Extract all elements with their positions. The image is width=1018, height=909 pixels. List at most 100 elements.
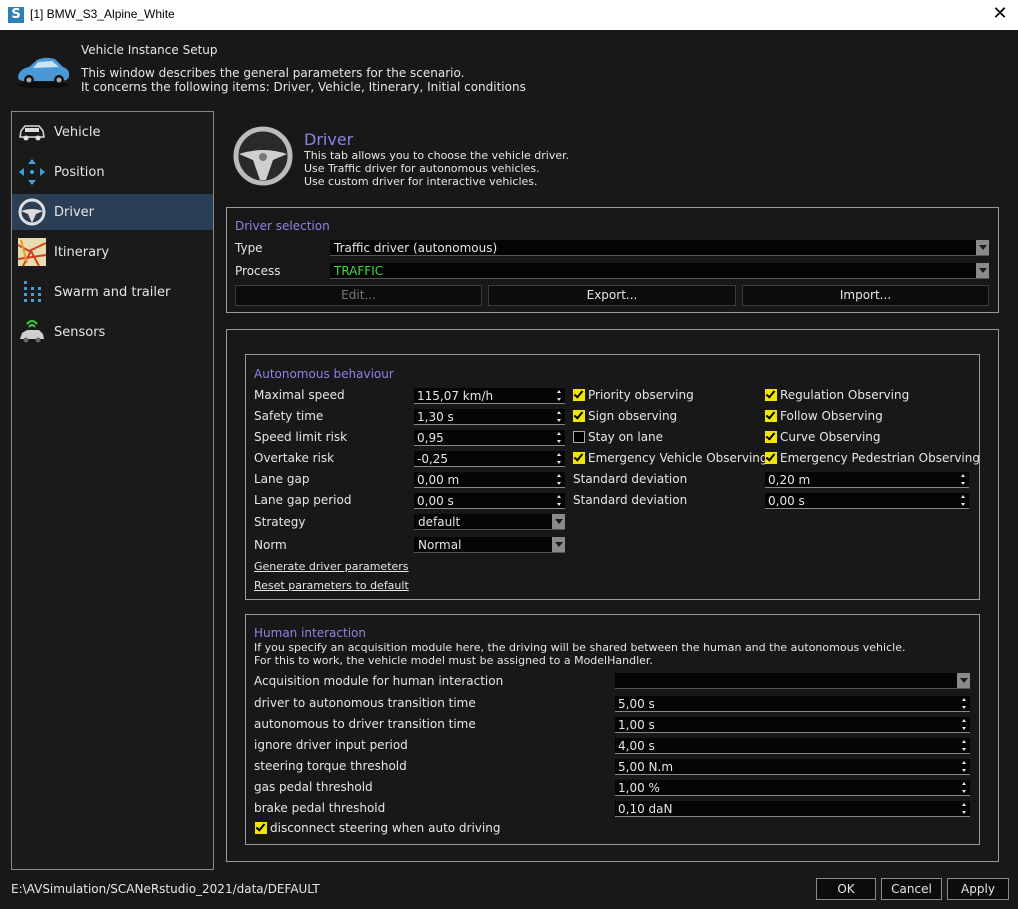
- field-value: default: [418, 515, 461, 529]
- sensors-icon: [20, 320, 44, 343]
- header: Vehicle Instance Setup This window descr…: [0, 30, 1018, 105]
- chevron-down-icon[interactable]: [552, 514, 565, 529]
- emergency-vehicle-label: Emergency Vehicle Observing: [588, 451, 768, 465]
- chevron-down-icon[interactable]: [552, 537, 565, 552]
- transition-d2a-input[interactable]: 5,00 s: [615, 696, 970, 712]
- spin-arrows-icon[interactable]: [961, 760, 968, 773]
- emergency-pedestrian-checkbox[interactable]: [765, 452, 777, 464]
- emergency-vehicle-checkbox[interactable]: [573, 452, 585, 464]
- window-title: [1] BMW_S3_Alpine_White: [30, 7, 175, 21]
- sidebar-item-driver[interactable]: Driver: [12, 194, 213, 230]
- spin-arrows-icon[interactable]: [556, 473, 563, 486]
- apply-button[interactable]: Apply: [947, 878, 1009, 900]
- field-value: TRAFFIC: [334, 264, 384, 278]
- spin-arrows-icon[interactable]: [961, 718, 968, 731]
- regulation-observing-checkbox[interactable]: [765, 389, 777, 401]
- norm-select[interactable]: Normal: [414, 537, 565, 553]
- reset-parameters-link[interactable]: Reset parameters to default: [254, 579, 409, 592]
- field-value: 115,07 km/h: [417, 389, 494, 403]
- std-deviation-input-2[interactable]: 0,00 s: [765, 493, 969, 509]
- priority-observing-checkbox[interactable]: [573, 389, 585, 401]
- vehicle-icon: [19, 125, 45, 141]
- ok-button[interactable]: OK: [816, 878, 876, 900]
- close-icon[interactable]: ✕: [990, 4, 1010, 24]
- steering-torque-input[interactable]: 5,00 N.m: [615, 759, 970, 775]
- follow-observing-checkbox[interactable]: [765, 410, 777, 422]
- autonomous-behaviour-group: Autonomous behaviour Maximal speed 115,0…: [245, 354, 980, 600]
- ignore-input-input[interactable]: 4,00 s: [615, 738, 970, 754]
- type-select[interactable]: Traffic driver (autonomous): [330, 240, 989, 256]
- title-bar: S [1] BMW_S3_Alpine_White ✕: [0, 0, 1018, 30]
- acquisition-module-select[interactable]: [615, 673, 970, 689]
- spin-arrows-icon[interactable]: [556, 410, 563, 423]
- speed-limit-risk-input[interactable]: 0,95: [414, 430, 565, 446]
- human-interaction-title: Human interaction: [254, 626, 366, 640]
- sidebar: Vehicle Position Driver Itinerary Swarm …: [11, 111, 214, 870]
- lane-gap-period-input[interactable]: 0,00 s: [414, 493, 565, 509]
- steering-torque-label: steering torque threshold: [254, 759, 407, 773]
- generate-parameters-link[interactable]: Generate driver parameters: [254, 560, 409, 573]
- field-value: 5,00 N.m: [618, 760, 674, 774]
- sidebar-item-label: Sensors: [54, 325, 106, 340]
- brake-pedal-input[interactable]: 0,10 daN: [615, 801, 970, 817]
- follow-observing-label: Follow Observing: [780, 409, 883, 423]
- header-title: Vehicle Instance Setup: [81, 43, 218, 57]
- field-value: Traffic driver (autonomous): [334, 241, 498, 255]
- spin-arrows-icon[interactable]: [961, 781, 968, 794]
- max-speed-input[interactable]: 115,07 km/h: [414, 388, 565, 404]
- field-value: 4,00 s: [618, 739, 655, 753]
- std-deviation-input-1[interactable]: 0,20 m: [765, 472, 969, 488]
- spin-arrows-icon[interactable]: [961, 739, 968, 752]
- sign-observing-label: Sign observing: [588, 409, 678, 423]
- human-desc-1: If you specify an acquisition module her…: [254, 641, 906, 654]
- steering-wheel-large-icon: [233, 126, 293, 186]
- lane-gap-input[interactable]: 0,00 m: [414, 472, 565, 488]
- steering-wheel-icon: [18, 198, 46, 226]
- sign-observing-checkbox[interactable]: [573, 410, 585, 422]
- field-value: 1,00 s: [618, 718, 655, 732]
- spin-arrows-icon[interactable]: [556, 431, 563, 444]
- autonomous-title: Autonomous behaviour: [254, 367, 394, 381]
- sidebar-item-vehicle[interactable]: Vehicle: [12, 114, 213, 150]
- stay-on-lane-checkbox[interactable]: [573, 431, 585, 443]
- driver-desc-1: This tab allows you to choose the vehicl…: [304, 149, 570, 162]
- spin-arrows-icon[interactable]: [556, 452, 563, 465]
- header-desc-1: This window describes the general parame…: [81, 66, 465, 80]
- overtake-risk-input[interactable]: -0,25: [414, 451, 565, 467]
- type-label: Type: [235, 241, 263, 255]
- spin-arrows-icon[interactable]: [961, 802, 968, 815]
- transition-a2d-input[interactable]: 1,00 s: [615, 717, 970, 733]
- position-icon: [19, 159, 45, 185]
- chevron-down-icon[interactable]: [957, 673, 970, 688]
- cancel-button[interactable]: Cancel: [881, 878, 942, 900]
- disconnect-steering-checkbox[interactable]: [255, 822, 267, 834]
- gas-pedal-input[interactable]: 1,00 %: [615, 780, 970, 796]
- sidebar-item-sensors[interactable]: Sensors: [12, 314, 213, 350]
- spin-arrows-icon[interactable]: [556, 494, 563, 507]
- field-value: -0,25: [417, 452, 449, 466]
- curve-observing-checkbox[interactable]: [765, 431, 777, 443]
- sidebar-item-itinerary[interactable]: Itinerary: [12, 234, 213, 270]
- strategy-select[interactable]: default: [414, 514, 565, 530]
- spin-arrows-icon[interactable]: [556, 389, 563, 402]
- stay-on-lane-label: Stay on lane: [588, 430, 664, 444]
- sidebar-item-label: Driver: [54, 205, 95, 220]
- std-deviation-label-2: Standard deviation: [573, 493, 688, 507]
- safety-time-input[interactable]: 1,30 s: [414, 409, 565, 425]
- sidebar-item-position[interactable]: Position: [12, 154, 213, 190]
- export-button[interactable]: Export...: [488, 285, 736, 306]
- process-select[interactable]: TRAFFIC: [330, 263, 989, 279]
- gas-pedal-label: gas pedal threshold: [254, 780, 373, 794]
- regulation-observing-label: Regulation Observing: [780, 388, 910, 402]
- chevron-down-icon: [976, 263, 989, 278]
- sidebar-item-swarm[interactable]: Swarm and trailer: [12, 274, 213, 310]
- spin-arrows-icon[interactable]: [960, 494, 967, 507]
- spin-arrows-icon[interactable]: [960, 473, 967, 486]
- map-icon: [17, 238, 47, 267]
- edit-button[interactable]: Edit...: [235, 285, 482, 306]
- spin-arrows-icon[interactable]: [961, 697, 968, 710]
- sidebar-item-label: Vehicle: [54, 125, 101, 140]
- disconnect-steering-label: disconnect steering when auto driving: [270, 821, 501, 835]
- import-button[interactable]: Import...: [742, 285, 989, 306]
- transition-d2a-label: driver to autonomous transition time: [254, 696, 476, 710]
